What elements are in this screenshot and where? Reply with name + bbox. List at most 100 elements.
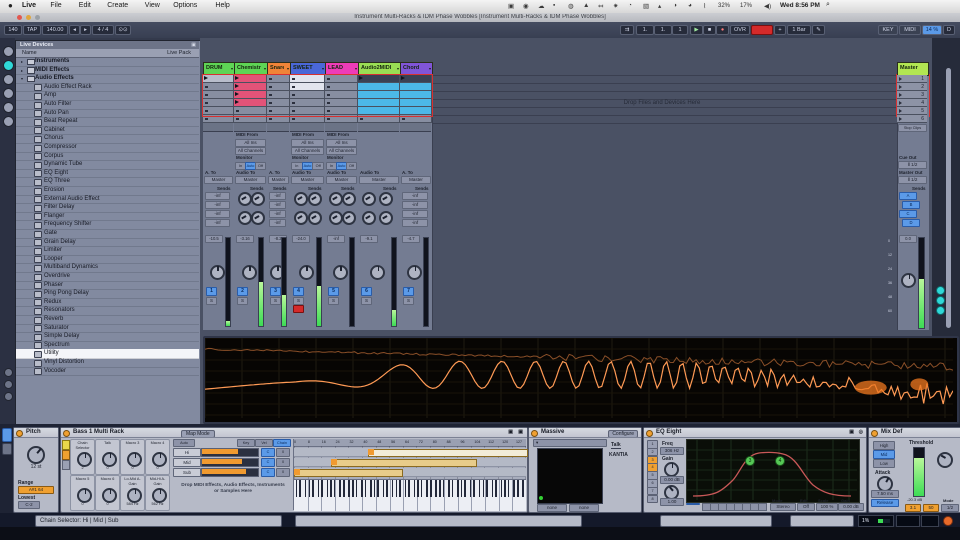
metronome-button[interactable]: ⊙⊙ [115,25,131,35]
zone-tab-vel[interactable]: Vel [255,439,273,447]
clip-slot[interactable] [267,107,290,115]
track-menu-arrow-icon[interactable]: ▾ [355,66,357,71]
show-mixer-toggle[interactable] [936,306,945,315]
black-key[interactable] [426,480,428,497]
black-key[interactable] [414,480,416,497]
clip-slot[interactable] [400,75,432,83]
clip-stop-icon[interactable] [292,118,295,121]
track-activator[interactable]: 6 [361,287,372,296]
track-volume-display[interactable]: -9.1 [360,235,378,243]
black-key[interactable] [448,480,450,497]
send-amount[interactable]: -inf [269,210,286,218]
rack-view-devices-tab[interactable] [62,460,70,470]
track-activator[interactable]: 4 [293,287,304,296]
send-knob[interactable] [251,192,265,206]
clip-slot[interactable] [290,107,325,115]
track-header-audio2midi[interactable]: Audio2MIDI▾ [358,62,401,76]
clip-slot[interactable] [358,115,400,123]
clip-slot[interactable] [325,91,358,99]
clip-stop-icon[interactable] [269,102,272,105]
send-knob[interactable] [308,211,322,225]
scene-slot-4[interactable]: 4 [897,99,927,107]
mixdef-threshold-meter[interactable] [913,447,925,497]
rack-title-bar[interactable]: Bass 1 Multi Rack Map Mode ▣ ▣ [61,428,527,438]
eq8-edit-value[interactable]: Off [797,503,815,511]
box-icon[interactable]: ▧ [643,2,649,10]
clip-slot[interactable] [234,75,267,83]
solo-button[interactable]: S [403,297,414,305]
position-bars[interactable]: 1. [636,25,654,35]
clip-slot[interactable] [400,91,432,99]
chain-pan-chip[interactable]: C [261,458,275,467]
master-send-C[interactable]: C [899,210,917,218]
black-key[interactable] [296,480,298,497]
clip-stop-icon[interactable] [269,118,272,121]
black-key[interactable] [327,480,329,497]
track-header-snare[interactable]: Snare▾ [267,62,291,76]
send-knob[interactable] [342,192,356,206]
monitor-off[interactable]: Off [312,162,324,170]
overload-indicator[interactable] [943,516,953,526]
gear-icon[interactable]: ✷ [613,2,618,10]
clock-icon[interactable]: ◔ [628,2,632,9]
menu-item-help[interactable]: Help [215,2,243,9]
eq8-freq-value[interactable]: 306 Hz [660,447,684,455]
browser-tab-2[interactable] [3,60,14,71]
clip-stop-icon[interactable] [269,86,272,89]
position-sixteenths[interactable]: 1 [672,25,688,35]
track-header-chemistry[interactable]: Chemistry▾ [234,62,268,76]
pitch-power-icon[interactable] [16,430,23,437]
clip-play-icon[interactable] [204,76,208,80]
rack-view-macros-tab[interactable] [62,440,70,450]
apple-menu-icon[interactable]: ● [8,1,13,10]
send-knob[interactable] [238,211,252,225]
track-menu-arrow-icon[interactable]: ▾ [397,66,399,71]
master-volume-display[interactable]: 0.0 [899,235,917,243]
massive-configure-button[interactable]: Configure [608,430,638,438]
midi-map-button[interactable]: MIDI [899,25,921,35]
black-key[interactable] [396,480,398,497]
eject-icon[interactable]: ▴ [658,2,661,10]
clip-slot[interactable] [358,83,400,91]
send-knob[interactable] [294,192,308,206]
mixdef-ratio-value[interactable]: 3.1 [905,504,921,512]
macro-knob[interactable] [102,488,117,503]
eq8-gain-value[interactable]: 0.00 dB [660,476,684,484]
clip-play-icon[interactable] [401,100,405,104]
clip-stop-icon[interactable] [360,118,363,121]
eq8-scale-value[interactable]: 100 % [816,503,838,511]
master-pan-knob[interactable] [901,273,916,288]
send-knob[interactable] [379,192,393,206]
clip-slot[interactable] [203,115,234,123]
quantization-menu[interactable]: 1 Bar [787,25,811,35]
clip-play-icon[interactable] [359,100,363,104]
share-icon[interactable]: ⤆ [598,2,603,10]
send-knob[interactable] [238,192,252,206]
black-key[interactable] [483,480,485,497]
send-knob[interactable] [308,192,322,206]
browser-tab-4[interactable] [3,88,14,99]
rack-auto-select-chip[interactable]: Auto [173,439,195,447]
black-key[interactable] [501,480,503,497]
black-key[interactable] [461,480,463,497]
clip-play-icon[interactable] [235,100,239,104]
zone-bar-sub[interactable] [294,469,403,477]
clip-play-icon[interactable] [235,92,239,96]
pan-knob[interactable] [407,265,422,280]
send-knob[interactable] [379,211,393,225]
black-key[interactable] [330,480,332,497]
clip-stop-icon[interactable] [205,118,208,121]
black-key[interactable] [321,480,323,497]
volume-icon[interactable]: ◀) [764,2,771,10]
rack-map-mode-button[interactable]: Map Mode [181,430,215,438]
clip-slot[interactable] [290,75,325,83]
menu-item-file[interactable]: File [50,2,78,9]
clip-play-icon[interactable] [401,92,405,96]
menu-item-live[interactable]: Live [22,2,50,9]
clip-slot[interactable] [290,83,325,91]
mixdef-release-chip[interactable]: Release [871,499,899,507]
clip-stop-icon[interactable] [292,94,295,97]
clip-play-icon[interactable] [235,84,239,88]
black-key[interactable] [383,480,385,497]
clip-slot[interactable] [325,83,358,91]
